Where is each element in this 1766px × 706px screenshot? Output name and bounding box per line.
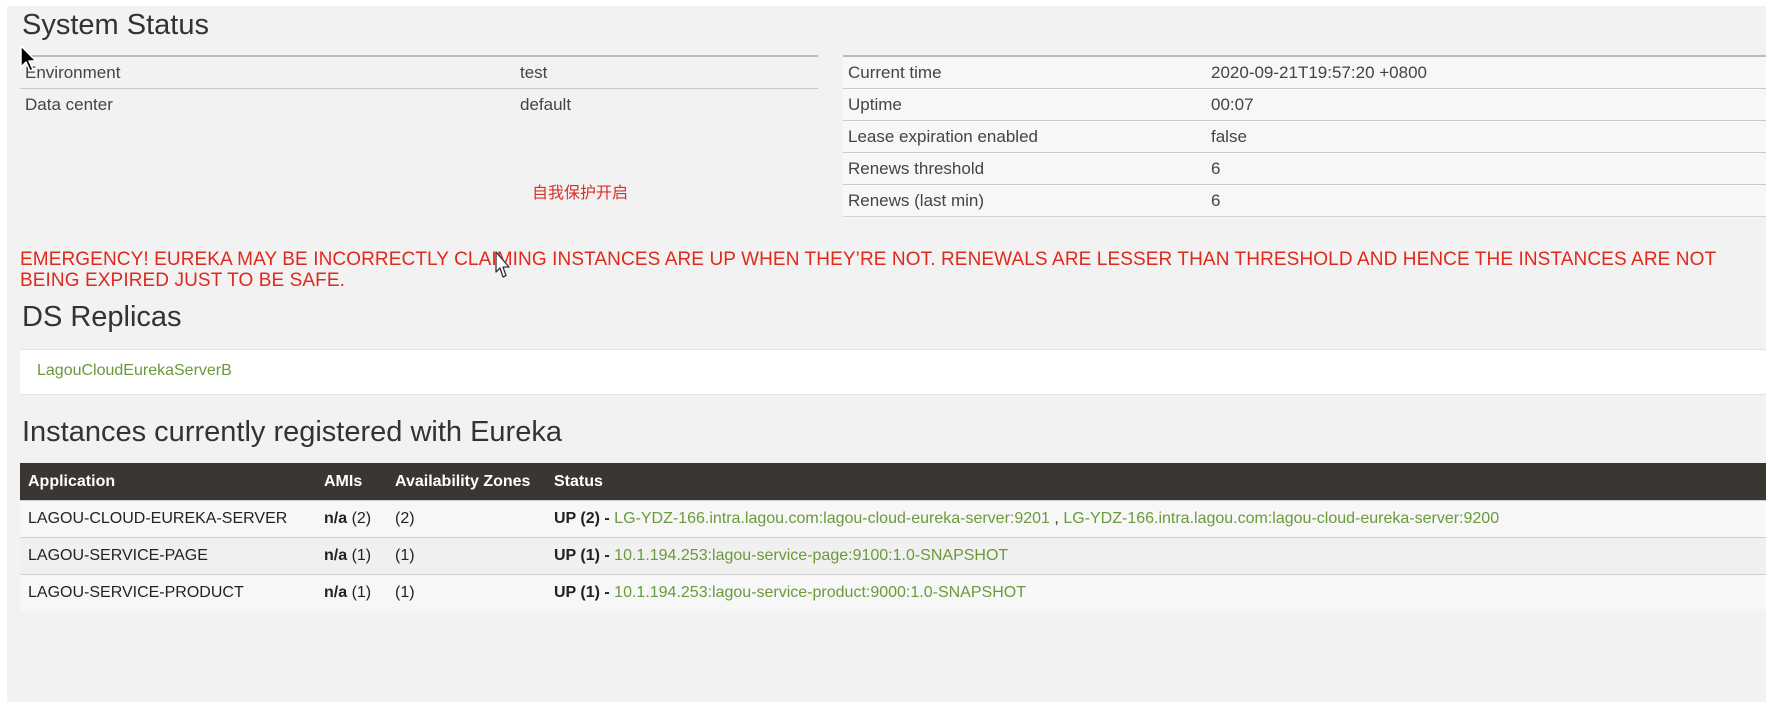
table-row: LAGOU-SERVICE-PRODUCT n/a (1) (1) UP (1)… <box>20 574 1766 611</box>
status-row-current-time: Current time 2020-09-21T19:57:20 +0800 <box>843 55 1766 89</box>
ds-replicas-list: LagouCloudEurekaServerB <box>20 349 1766 395</box>
amis-count: (1) <box>351 584 372 601</box>
table-row: LAGOU-SERVICE-PAGE n/a (1) (1) UP (1) - … <box>20 537 1766 575</box>
ds-replicas-title: DS Replicas <box>22 301 182 333</box>
eureka-dashboard: System Status Environment test Data cent… <box>7 6 1766 702</box>
status-cell: UP (2) - LG-YDZ-166.intra.lagou.com:lago… <box>546 500 1766 538</box>
status-key: Current time <box>843 55 1206 89</box>
amis-count: (2) <box>351 510 372 527</box>
application-name: LAGOU-CLOUD-EUREKA-SERVER <box>20 500 316 538</box>
instances-header-row: Application AMIs Availability Zones Stat… <box>20 463 1766 501</box>
status-key: Data center <box>20 88 515 120</box>
availability-zones: (1) <box>387 537 546 575</box>
system-status-left-table: Environment test Data center default <box>20 55 818 120</box>
status-row-renews-last-min: Renews (last min) 6 <box>843 184 1766 217</box>
instance-link[interactable]: 10.1.194.253:lagou-service-product:9000:… <box>614 584 1026 601</box>
application-name: LAGOU-SERVICE-PAGE <box>20 537 316 575</box>
status-key: Uptime <box>843 88 1206 121</box>
instance-link[interactable]: LG-YDZ-166.intra.lagou.com:lagou-cloud-e… <box>614 510 1050 527</box>
instances-title: Instances currently registered with Eure… <box>22 416 562 448</box>
status-key: Environment <box>20 55 515 89</box>
emergency-warning: EMERGENCY! EUREKA MAY BE INCORRECTLY CLA… <box>20 249 1716 291</box>
status-value: 00:07 <box>1206 88 1766 121</box>
amis-count: (1) <box>351 547 372 564</box>
status-row-environment: Environment test <box>20 55 818 89</box>
status-row-renews-threshold: Renews threshold 6 <box>843 152 1766 185</box>
status-cell: UP (1) - 10.1.194.253:lagou-service-page… <box>546 537 1766 575</box>
status-up: UP (1) - <box>554 547 610 564</box>
system-status-title: System Status <box>22 9 209 41</box>
status-row-lease-expiration: Lease expiration enabled false <box>843 120 1766 153</box>
self-preservation-note: 自我保护开启 <box>532 185 629 202</box>
header-application: Application <box>20 463 316 501</box>
availability-zones: (2) <box>387 500 546 538</box>
header-amis: AMIs <box>316 463 387 501</box>
amis-cell: n/a (1) <box>316 537 387 575</box>
status-value: false <box>1206 120 1766 153</box>
status-row-uptime: Uptime 00:07 <box>843 88 1766 121</box>
table-row: LAGOU-CLOUD-EUREKA-SERVER n/a (2) (2) UP… <box>20 500 1766 538</box>
status-up: UP (1) - <box>554 584 610 601</box>
availability-zones: (1) <box>387 574 546 611</box>
amis-na: n/a <box>324 510 348 527</box>
status-cell: UP (1) - 10.1.194.253:lagou-service-prod… <box>546 574 1766 611</box>
instance-link[interactable]: 10.1.194.253:lagou-service-page:9100:1.0… <box>614 547 1008 564</box>
header-status: Status <box>546 463 1766 501</box>
status-key: Renews (last min) <box>843 184 1206 217</box>
amis-cell: n/a (2) <box>316 500 387 538</box>
amis-cell: n/a (1) <box>316 574 387 611</box>
status-value: 6 <box>1206 184 1766 217</box>
instance-link[interactable]: LG-YDZ-166.intra.lagou.com:lagou-cloud-e… <box>1063 510 1499 527</box>
system-status-right-table: Current time 2020-09-21T19:57:20 +0800 U… <box>843 55 1766 217</box>
status-key: Lease expiration enabled <box>843 120 1206 153</box>
status-value: 6 <box>1206 152 1766 185</box>
status-value: default <box>515 88 818 120</box>
application-name: LAGOU-SERVICE-PRODUCT <box>20 574 316 611</box>
instances-table: Application AMIs Availability Zones Stat… <box>20 463 1766 611</box>
link-separator: , <box>1054 510 1059 527</box>
status-row-data-center: Data center default <box>20 88 818 120</box>
status-key: Renews threshold <box>843 152 1206 185</box>
header-availability-zones: Availability Zones <box>387 463 546 501</box>
replica-link[interactable]: LagouCloudEurekaServerB <box>37 362 232 380</box>
amis-na: n/a <box>324 547 348 564</box>
status-up: UP (2) - <box>554 510 610 527</box>
amis-na: n/a <box>324 584 348 601</box>
status-value: 2020-09-21T19:57:20 +0800 <box>1206 55 1766 89</box>
status-value: test <box>515 55 818 89</box>
